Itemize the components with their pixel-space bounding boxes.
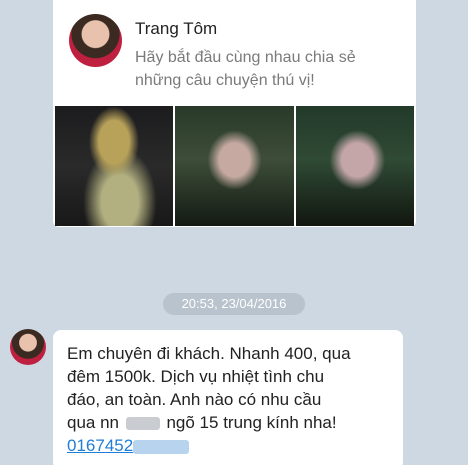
photo-strip (55, 106, 414, 226)
photo-thumbnail[interactable] (175, 106, 294, 226)
profile-status: Hãy bắt đầu cùng nhau chia sẻ những câu … (135, 49, 356, 89)
photo-thumbnail[interactable] (55, 106, 174, 226)
phone-link-text: 0167452 (67, 436, 134, 455)
message-line: Em chuyên đi khách. Nhanh 400, qua (67, 344, 351, 363)
redacted-blur (133, 439, 190, 454)
message-line: qua nn ngõ 15 trung kính nha! (67, 411, 389, 434)
message-fragment: ngõ 15 trung kính nha! (166, 413, 337, 432)
photo-thumbnail[interactable] (295, 106, 414, 226)
message-fragment: qua nn (67, 413, 119, 432)
sender-avatar[interactable] (10, 329, 46, 365)
redacted-blur (125, 417, 160, 431)
message-bubble[interactable]: Em chuyên đi khách. Nhanh 400, qua đêm 1… (53, 330, 403, 465)
message-line: đêm 1500k. Dịch vụ nhiệt tình chu (67, 367, 325, 386)
phone-link[interactable]: 0167452 (67, 434, 190, 457)
timestamp-badge: 20:53, 23/04/2016 (163, 293, 305, 315)
profile-card: Trang Tôm Hãy bắt đầu cùng nhau chia sẻ … (53, 0, 416, 227)
profile-avatar[interactable] (69, 14, 122, 67)
message-line: đáo, an toàn. Anh nào có nhu cầu (67, 390, 322, 409)
message-text: Em chuyên đi khách. Nhanh 400, qua đêm 1… (67, 342, 389, 434)
profile-name[interactable]: Trang Tôm (135, 19, 217, 39)
